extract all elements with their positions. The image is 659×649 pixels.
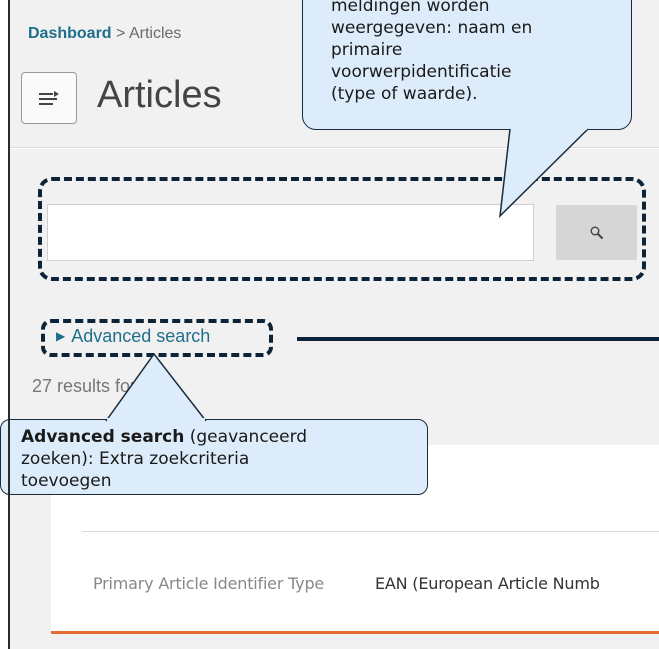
breadcrumb-separator: > — [116, 25, 126, 42]
callout-search-tail — [499, 126, 589, 219]
menu-button[interactable] — [21, 72, 77, 124]
page-title: Articles — [97, 74, 222, 116]
callout-adv-line-2: zoeken): Extra zoekcriteria — [21, 449, 250, 469]
connector-line — [297, 337, 659, 341]
callout-advanced-search: Advanced search (geavanceerd zoeken): Ex… — [0, 419, 428, 495]
callout-search-partial: meldingen worden — [331, 0, 490, 16]
callout-adv-bold: Advanced search — [21, 427, 185, 447]
callout-adv-line-3: toevoegen — [21, 471, 112, 491]
breadcrumb: Dashboard > Articles — [28, 25, 181, 43]
callout-search-line-2: primaire — [331, 40, 403, 60]
callout-search: meldingen worden weergegeven: naam en pr… — [302, 0, 632, 130]
callout-advanced-tail — [105, 352, 207, 422]
callout-adv-rest: (geavanceerd — [184, 427, 308, 447]
breadcrumb-current: Articles — [128, 25, 182, 42]
app-frame: Dashboard > Articles Articles ▶ Advanced … — [0, 0, 659, 649]
callout-adv-line-1: Advanced search (geavanceerd — [21, 426, 419, 448]
breadcrumb-dashboard-link[interactable]: Dashboard — [28, 25, 112, 42]
menu-icon — [39, 91, 59, 105]
callout-search-line-3: voorwerpidentificatie — [331, 62, 512, 82]
callout-search-line-1: weergegeven: naam en — [331, 18, 533, 38]
callout-search-line-4: (type of waarde). — [331, 84, 478, 104]
page-left-border — [8, 0, 10, 649]
